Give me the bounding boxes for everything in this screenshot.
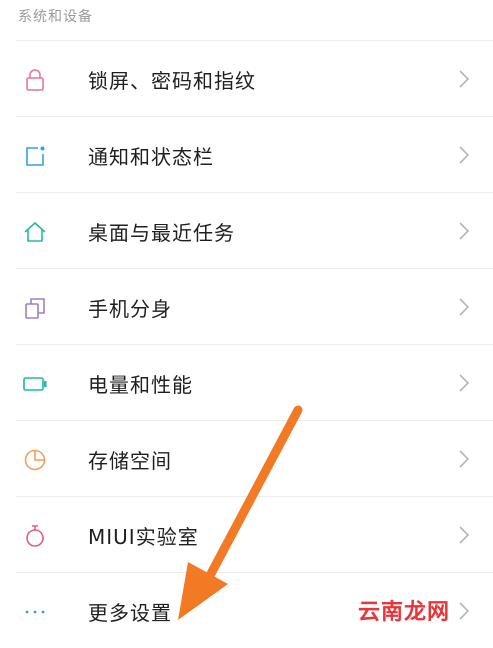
settings-item-notifications[interactable]: 通知和状态栏 — [16, 116, 493, 192]
chevron-right-icon — [459, 298, 470, 316]
chevron-right-icon — [459, 374, 470, 392]
settings-item-label: 锁屏、密码和指纹 — [88, 69, 256, 93]
settings-item-label: 存储空间 — [88, 449, 172, 473]
settings-item-label: 电量和性能 — [88, 373, 193, 397]
notification-icon — [26, 146, 45, 166]
lock-icon — [26, 69, 44, 91]
more-dots-icon — [25, 610, 45, 614]
storage-pie-icon — [24, 449, 46, 471]
section-title: 系统和设备 — [18, 9, 93, 25]
settings-item-dual-apps[interactable]: 手机分身 — [16, 268, 493, 344]
chevron-right-icon — [459, 146, 470, 164]
settings-item-label: MIUI实验室 — [88, 525, 199, 549]
settings-item-miui-lab[interactable]: MIUI实验室 — [16, 496, 493, 572]
chevron-right-icon — [459, 602, 470, 620]
chevron-right-icon — [459, 222, 470, 240]
lab-flask-icon — [26, 525, 44, 547]
chevron-right-icon — [459, 450, 470, 468]
settings-item-lock-screen[interactable]: 锁屏、密码和指纹 — [16, 40, 493, 116]
settings-item-label: 更多设置 — [88, 601, 172, 625]
settings-item-label: 桌面与最近任务 — [88, 221, 235, 245]
settings-item-storage[interactable]: 存储空间 — [16, 420, 493, 496]
chevron-right-icon — [459, 70, 470, 88]
battery-icon — [23, 377, 47, 391]
settings-item-label: 手机分身 — [88, 297, 172, 321]
chevron-right-icon — [459, 526, 470, 544]
dual-app-icon — [25, 298, 45, 319]
settings-list: 锁屏、密码和指纹 通知和状态栏 桌面与最近任务 手机分身 电量和性能 存储空间 … — [0, 40, 493, 648]
settings-item-battery[interactable]: 电量和性能 — [16, 344, 493, 420]
settings-item-label: 通知和状态栏 — [88, 145, 214, 169]
home-icon — [24, 221, 46, 242]
settings-item-home-screen[interactable]: 桌面与最近任务 — [16, 192, 493, 268]
watermark: 云南龙网 — [358, 600, 451, 625]
